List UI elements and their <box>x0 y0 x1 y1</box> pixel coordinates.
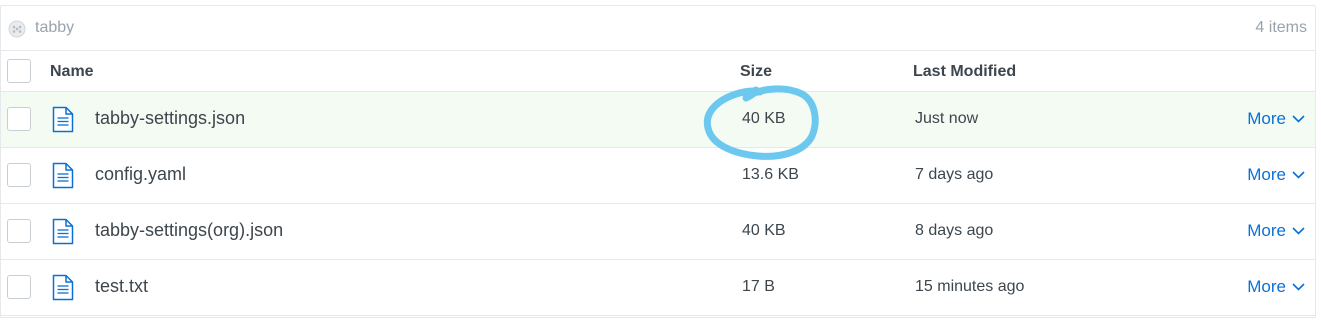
file-row[interactable]: tabby-settings(org).json 40 KB 8 days ag… <box>1 204 1315 260</box>
file-text-icon <box>52 106 74 133</box>
file-size: 40 KB <box>742 222 786 239</box>
more-menu-button[interactable]: More <box>1247 165 1305 185</box>
more-label: More <box>1247 165 1286 184</box>
column-header-row: Name Size Last Modified <box>1 51 1315 92</box>
file-last-modified: 7 days ago <box>915 166 994 183</box>
row-checkbox[interactable] <box>7 107 31 131</box>
row-checkbox[interactable] <box>7 275 31 299</box>
file-row[interactable]: config.yaml 13.6 KB 7 days ago More <box>1 148 1315 204</box>
file-row[interactable]: tabby-settings.json 40 KB Just now More <box>1 92 1315 148</box>
more-menu-button[interactable]: More <box>1247 221 1305 241</box>
file-size: 13.6 KB <box>742 166 799 183</box>
more-label: More <box>1247 109 1286 128</box>
file-name[interactable]: tabby-settings.json <box>95 108 245 129</box>
file-name[interactable]: test.txt <box>95 276 148 297</box>
chevron-down-icon <box>1292 171 1305 179</box>
file-last-modified: Just now <box>915 110 979 127</box>
file-size: 40 KB <box>742 110 786 127</box>
file-text-icon <box>52 162 74 189</box>
more-label: More <box>1247 277 1286 296</box>
chevron-down-icon <box>1292 227 1305 235</box>
more-menu-button[interactable]: More <box>1247 277 1305 297</box>
file-list-panel: tabby 4 items Name Size Last Modified ta… <box>0 5 1316 318</box>
column-header-last-modified[interactable]: Last Modified <box>913 63 1016 81</box>
folder-name[interactable]: tabby <box>35 19 74 37</box>
item-count: 4 items <box>1255 19 1307 36</box>
column-header-name[interactable]: Name <box>50 63 94 81</box>
file-last-modified: 8 days ago <box>915 222 994 239</box>
folder-header: tabby 4 items <box>1 6 1315 51</box>
column-header-size[interactable]: Size <box>740 63 772 81</box>
row-checkbox[interactable] <box>7 163 31 187</box>
chevron-down-icon <box>1292 115 1305 123</box>
select-all-checkbox[interactable] <box>7 59 31 83</box>
file-name[interactable]: config.yaml <box>95 164 186 185</box>
file-last-modified: 15 minutes ago <box>915 278 1025 295</box>
row-checkbox[interactable] <box>7 219 31 243</box>
file-name[interactable]: tabby-settings(org).json <box>95 220 283 241</box>
more-menu-button[interactable]: More <box>1247 109 1305 129</box>
file-row[interactable]: test.txt 17 B 15 minutes ago More <box>1 260 1315 316</box>
folder-shared-icon <box>8 20 26 38</box>
file-size: 17 B <box>742 278 775 295</box>
file-text-icon <box>52 274 74 301</box>
file-text-icon <box>52 218 74 245</box>
more-label: More <box>1247 221 1286 240</box>
chevron-down-icon <box>1292 283 1305 291</box>
